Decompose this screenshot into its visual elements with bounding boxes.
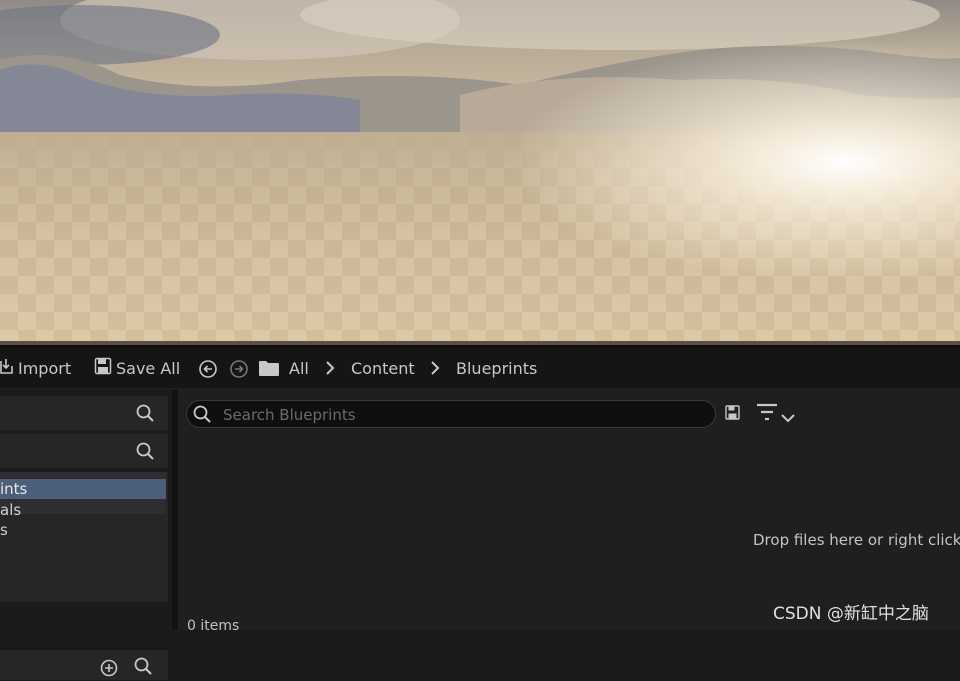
- save-icon: [94, 357, 112, 379]
- project-row[interactable]: [0, 434, 168, 468]
- viewport-scene: [0, 0, 960, 345]
- add-circle-icon[interactable]: [100, 659, 118, 681]
- folder-icon[interactable]: [258, 360, 280, 381]
- tree-item-blueprints[interactable]: ints: [0, 479, 166, 499]
- save-search-icon[interactable]: [725, 405, 740, 424]
- search-icon[interactable]: [136, 442, 154, 464]
- tree-item-materials[interactable]: als: [0, 500, 166, 520]
- content-browser: Import Save All All Content Blueprints i…: [0, 345, 960, 680]
- collections-row[interactable]: [0, 650, 168, 680]
- drop-hint-text: Drop files here or right click: [753, 531, 960, 549]
- content-browser-toolbar: Import Save All All Content Blueprints: [0, 348, 960, 388]
- panel-splitter[interactable]: [172, 390, 178, 630]
- search-icon: [193, 405, 211, 427]
- breadcrumb-content[interactable]: Content: [351, 348, 415, 388]
- watermark-text: CSDN @新缸中之脑: [773, 604, 929, 624]
- import-icon: [0, 357, 14, 379]
- save-all-button[interactable]: Save All: [94, 348, 180, 388]
- tree-item-third[interactable]: s: [0, 520, 166, 540]
- history-forward-icon[interactable]: [229, 359, 249, 383]
- level-viewport[interactable]: [0, 0, 960, 345]
- chevron-down-icon[interactable]: [781, 408, 795, 427]
- import-button[interactable]: Import: [0, 348, 71, 388]
- breadcrumb-all[interactable]: All: [289, 348, 309, 388]
- search-icon[interactable]: [136, 404, 154, 426]
- items-count: 0 items: [187, 618, 240, 634]
- filter-icon[interactable]: [756, 403, 778, 425]
- breadcrumb-blueprints[interactable]: Blueprints: [456, 348, 537, 388]
- chevron-right-icon[interactable]: [325, 348, 335, 388]
- save-all-label: Save All: [116, 358, 181, 378]
- import-label: Import: [18, 358, 72, 378]
- history-back-icon[interactable]: [198, 359, 218, 383]
- sources-panel: ints als s: [0, 390, 172, 680]
- asset-search-box[interactable]: [186, 400, 716, 428]
- search-icon[interactable]: [134, 657, 152, 679]
- favorites-row[interactable]: [0, 396, 168, 430]
- search-input[interactable]: [221, 403, 705, 427]
- chevron-right-icon[interactable]: [430, 348, 440, 388]
